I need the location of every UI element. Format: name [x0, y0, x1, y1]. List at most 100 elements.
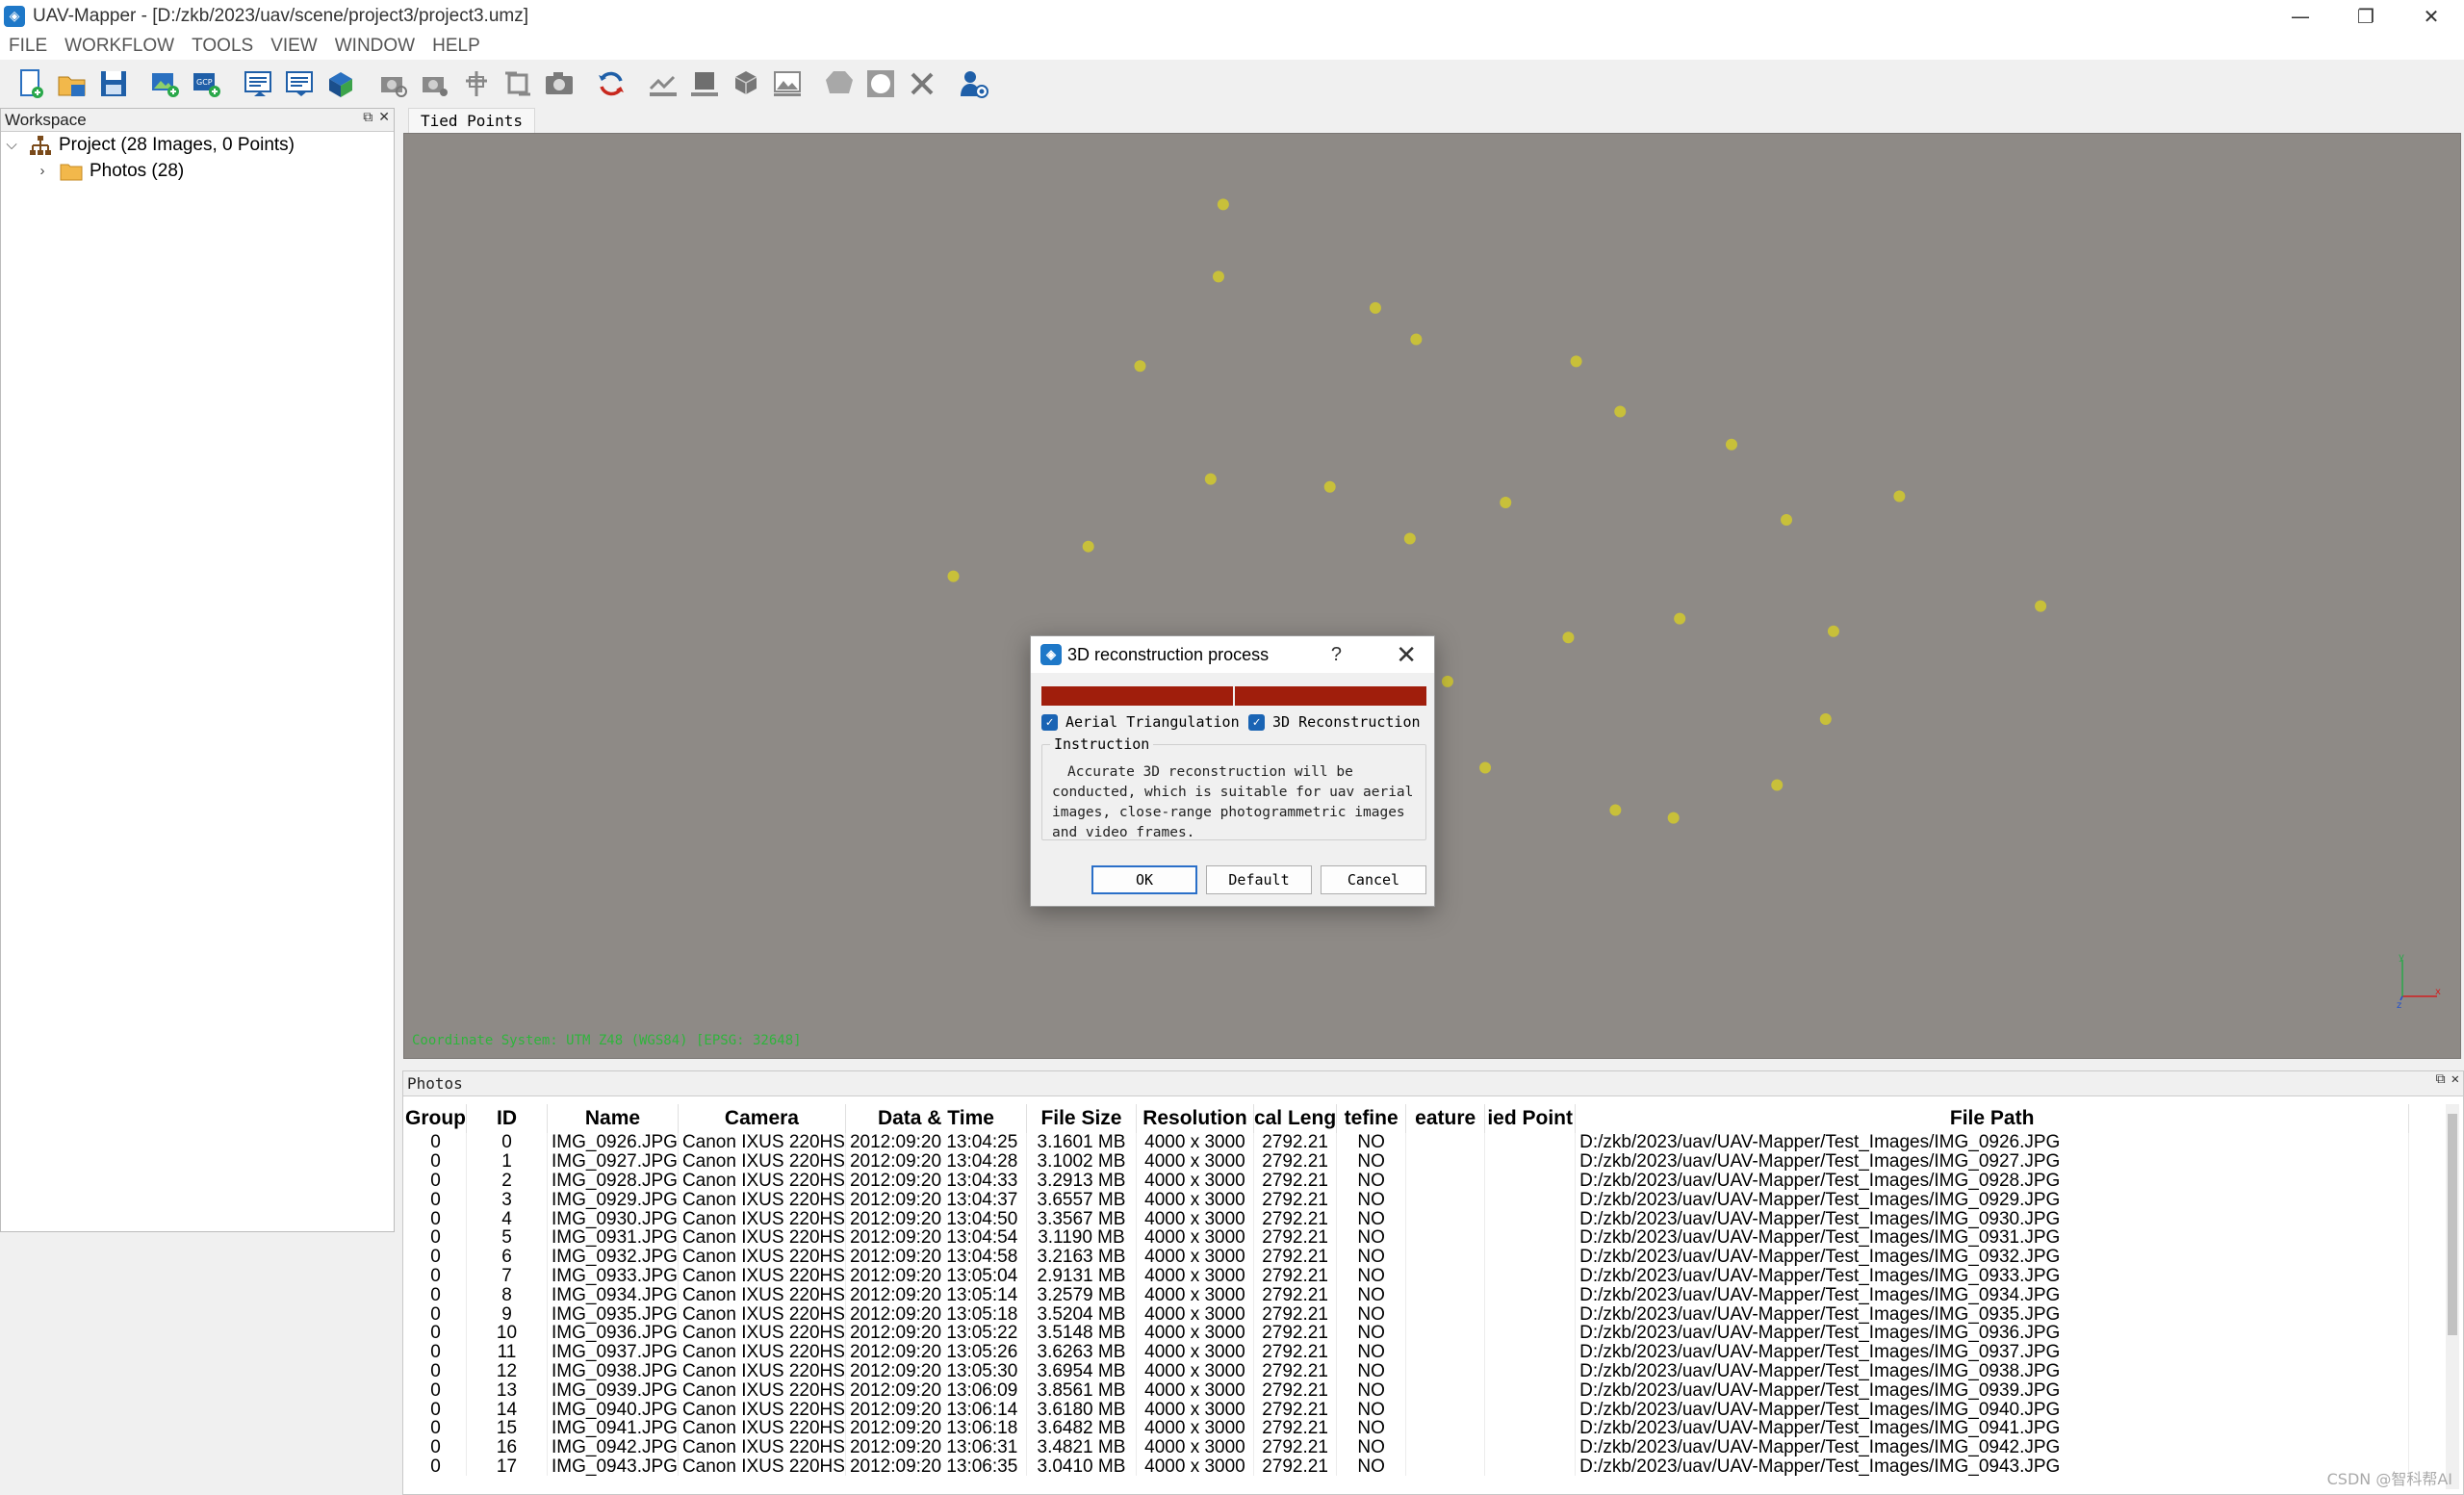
camera-search-icon[interactable]	[376, 66, 411, 101]
table-cell: 2012:09:20 13:05:04	[845, 1266, 1027, 1286]
split-icon[interactable]	[459, 66, 494, 101]
dense-cloud-icon[interactable]	[687, 66, 722, 101]
tie-points-icon[interactable]	[646, 66, 680, 101]
column-header[interactable]: Data & Time	[845, 1104, 1027, 1133]
column-header[interactable]: ied Point	[1484, 1104, 1577, 1133]
menu-tools[interactable]: TOOLS	[183, 36, 262, 57]
default-button[interactable]: Default	[1206, 865, 1312, 894]
menu-file[interactable]: FILE	[0, 36, 56, 57]
camera-settings-icon[interactable]	[418, 66, 452, 101]
column-header[interactable]: File Path	[1575, 1104, 2410, 1133]
table-row[interactable]: 0 6 IMG_0932.JPG Canon IXUS 220HS 2012:09:20…	[405, 1247, 2410, 1267]
table-cell: 4000 x 3000	[1136, 1285, 1254, 1305]
table-row[interactable]: 0 3 IMG_0929.JPG Canon IXUS 220HS 2012:09:20…	[405, 1190, 2410, 1210]
export-pos-icon[interactable]	[283, 66, 318, 101]
table-row[interactable]: 0 17 IMG_0943.JPG Canon IXUS 220HS 2012:09:2…	[405, 1456, 2410, 1477]
table-cell: 2792.21	[1253, 1323, 1338, 1343]
close-panel-icon[interactable]: ✕	[2451, 1071, 2459, 1087]
column-header[interactable]: tefine	[1336, 1104, 1407, 1133]
menu-help[interactable]: HELP	[424, 36, 489, 57]
column-header[interactable]: Name	[547, 1104, 679, 1133]
table-cell: NO	[1336, 1133, 1407, 1152]
camera-icon[interactable]	[542, 66, 577, 101]
dialog-close-button[interactable]: ✕	[1396, 640, 1417, 670]
table-row[interactable]: 0 2 IMG_0928.JPG Canon IXUS 220HS 2012:09:20…	[405, 1171, 2410, 1191]
table-row[interactable]: 0 9 IMG_0935.JPG Canon IXUS 220HS 2012:09:20…	[405, 1304, 2410, 1324]
polygon-icon[interactable]	[822, 66, 857, 101]
user-view-icon[interactable]	[957, 66, 991, 101]
table-cell: Canon IXUS 220HS	[678, 1323, 846, 1343]
chevron-down-icon[interactable]: ⌵	[1, 137, 22, 153]
table-cell	[1405, 1437, 1486, 1457]
table-row[interactable]: 0 14 IMG_0940.JPG Canon IXUS 220HS 2012:09:2…	[405, 1400, 2410, 1419]
tied-points-viewport[interactable]: x y z Coordinate System: UTM Z48 (WGS84)…	[403, 133, 2461, 1059]
scrollbar-thumb[interactable]	[2448, 1114, 2457, 1335]
table-cell: 0	[405, 1456, 467, 1477]
column-header[interactable]: File Size	[1026, 1104, 1137, 1133]
cancel-button[interactable]: Cancel	[1321, 865, 1426, 894]
rotate-image-icon[interactable]	[500, 66, 535, 101]
table-cell: NO	[1336, 1247, 1407, 1267]
table-row[interactable]: 0 10 IMG_0936.JPG Canon IXUS 220HS 2012:09:2…	[405, 1323, 2410, 1343]
float-icon[interactable]: ⧉	[2436, 1071, 2446, 1087]
column-header[interactable]: Camera	[678, 1104, 846, 1133]
table-cell: IMG_0940.JPG	[547, 1400, 679, 1419]
run-workflow-icon[interactable]	[324, 66, 359, 101]
save-project-icon[interactable]	[96, 66, 131, 101]
delete-icon[interactable]	[905, 66, 939, 101]
table-row[interactable]: 0 13 IMG_0939.JPG Canon IXUS 220HS 2012:09:2…	[405, 1380, 2410, 1401]
import-pos-icon[interactable]	[242, 66, 276, 101]
table-cell: 2012:09:20 13:06:09	[845, 1380, 1027, 1401]
table-cell	[1405, 1171, 1486, 1191]
table-cell	[1405, 1456, 1486, 1477]
table-row[interactable]: 0 15 IMG_0941.JPG Canon IXUS 220HS 2012:09:2…	[405, 1418, 2410, 1438]
table-cell: 2792.21	[1253, 1361, 1338, 1381]
help-button[interactable]: ?	[1331, 644, 1342, 666]
menu-workflow[interactable]: WORKFLOW	[56, 36, 183, 57]
tree-item-project[interactable]: ⌵ Project (28 Images, 0 Points)	[1, 132, 394, 158]
add-images-icon[interactable]	[148, 66, 183, 101]
aerial-triangulation-checkbox[interactable]: ✓ Aerial Triangulation	[1041, 713, 1240, 731]
column-header[interactable]: Group	[405, 1104, 467, 1133]
add-control-points-icon[interactable]: GCP	[190, 66, 224, 101]
table-row[interactable]: 0 4 IMG_0930.JPG Canon IXUS 220HS 2012:09:20…	[405, 1209, 2410, 1228]
column-header[interactable]: ID	[466, 1104, 548, 1133]
restore-button[interactable]: ❐	[2333, 0, 2399, 33]
table-row[interactable]: 0 1 IMG_0927.JPG Canon IXUS 220HS 2012:09:20…	[405, 1151, 2410, 1172]
table-cell: NO	[1336, 1323, 1407, 1343]
column-header[interactable]: Resolution	[1136, 1104, 1254, 1133]
column-header[interactable]: eature	[1405, 1104, 1486, 1133]
close-panel-icon[interactable]: ✕	[378, 109, 390, 125]
close-window-button[interactable]: ✕	[2399, 0, 2464, 33]
refresh-icon[interactable]	[594, 66, 629, 101]
mesh-icon[interactable]	[729, 66, 763, 101]
table-cell: 5	[466, 1227, 548, 1248]
table-cell: 0	[405, 1361, 467, 1381]
table-row[interactable]: 0 16 IMG_0942.JPG Canon IXUS 220HS 2012:09:2…	[405, 1437, 2410, 1457]
3d-reconstruction-checkbox[interactable]: ✓ 3D Reconstruction	[1248, 713, 1421, 731]
table-cell: 3.2163 MB	[1026, 1247, 1137, 1267]
table-row[interactable]: 0 0 IMG_0926.JPG Canon IXUS 220HS 2012:09:20…	[405, 1133, 2410, 1152]
table-cell: 0	[405, 1323, 467, 1343]
tie-point	[1479, 761, 1492, 774]
menu-window[interactable]: WINDOW	[326, 36, 424, 57]
chevron-right-icon[interactable]: ›	[32, 163, 53, 179]
table-row[interactable]: 0 11 IMG_0937.JPG Canon IXUS 220HS 2012:09:2…	[405, 1342, 2410, 1362]
table-row[interactable]: 0 5 IMG_0931.JPG Canon IXUS 220HS 2012:09:20…	[405, 1227, 2410, 1248]
table-row[interactable]: 0 7 IMG_0933.JPG Canon IXUS 220HS 2012:09:20…	[405, 1266, 2410, 1286]
table-row[interactable]: 0 12 IMG_0938.JPG Canon IXUS 220HS 2012:09:2…	[405, 1361, 2410, 1381]
minimize-button[interactable]: —	[2268, 0, 2333, 33]
column-header[interactable]: cal Leng	[1253, 1104, 1338, 1133]
new-project-icon[interactable]	[13, 66, 48, 101]
ok-button[interactable]: OK	[1091, 865, 1197, 894]
table-cell	[1484, 1304, 1577, 1324]
open-project-icon[interactable]	[55, 66, 90, 101]
menu-view[interactable]: VIEW	[262, 36, 326, 57]
table-row[interactable]: 0 8 IMG_0934.JPG Canon IXUS 220HS 2012:09:20…	[405, 1285, 2410, 1305]
dom-icon[interactable]	[770, 66, 805, 101]
tab-tied-points[interactable]: Tied Points	[408, 108, 535, 133]
vertical-scrollbar[interactable]	[2446, 1104, 2459, 1489]
tree-item-photos[interactable]: › Photos (28)	[1, 158, 394, 184]
mask-icon[interactable]	[863, 66, 898, 101]
float-icon[interactable]: ⧉	[363, 109, 372, 125]
